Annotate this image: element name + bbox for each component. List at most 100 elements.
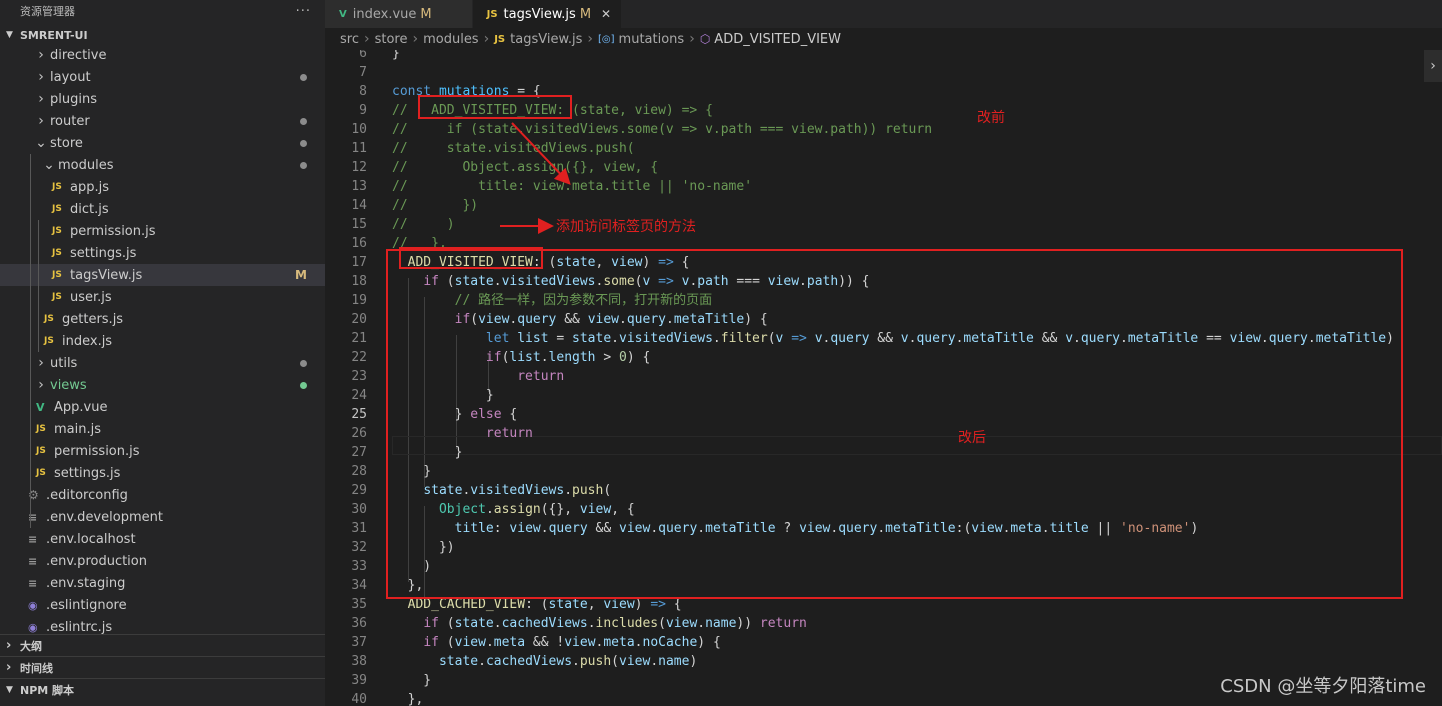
tree-folder[interactable]: › router bbox=[0, 110, 325, 132]
tree-file[interactable]: JS permission.js bbox=[0, 440, 325, 462]
tree-file[interactable]: JS getters.js bbox=[0, 308, 325, 330]
tree-item-label: permission.js bbox=[54, 443, 140, 459]
code-token: . bbox=[650, 654, 659, 669]
js-file-icon: JS bbox=[52, 182, 62, 192]
tree-file[interactable]: ≡ .env.localhost bbox=[0, 528, 325, 550]
code-token: ( bbox=[438, 635, 455, 650]
chevron-down-icon: ▼ bbox=[6, 684, 13, 695]
explorer-header: 资源管理器 ··· bbox=[0, 0, 325, 22]
code-token: : ( bbox=[525, 597, 549, 612]
annotation-after-label: 改后 bbox=[958, 430, 986, 446]
code-token: . bbox=[634, 635, 643, 650]
code-token: // ) bbox=[392, 217, 455, 232]
tree-item-label: utils bbox=[50, 355, 78, 371]
code-text: if (view.meta && !view.meta.noCache) { bbox=[392, 633, 720, 652]
more-actions-icon[interactable]: ··· bbox=[296, 4, 311, 19]
bottom-panels: › 大纲 › 时间线 ▼ NPM 脚本 bbox=[0, 634, 325, 700]
tree-item-label: store bbox=[50, 135, 83, 151]
tree-file[interactable]: ≡ .env.production bbox=[0, 550, 325, 572]
line-number: 10 bbox=[351, 122, 367, 137]
tree-file[interactable]: JS index.js bbox=[0, 330, 325, 352]
tree-folder[interactable]: ⌄ store bbox=[0, 132, 325, 154]
code-token: // state.visitedViews.push( bbox=[392, 141, 635, 156]
tree-file[interactable]: JS settings.js bbox=[0, 242, 325, 264]
code-text: } bbox=[392, 50, 400, 63]
code-token: view bbox=[454, 635, 486, 650]
tree-folder[interactable]: › layout bbox=[0, 66, 325, 88]
code-token: view bbox=[603, 597, 635, 612]
breadcrumb-item[interactable]: modules bbox=[423, 32, 479, 47]
tree-folder[interactable]: ⌄ modules bbox=[0, 154, 325, 176]
tree-folder[interactable]: › views bbox=[0, 374, 325, 396]
tree-file[interactable]: JS permission.js bbox=[0, 220, 325, 242]
tree-file[interactable]: ≡ .env.staging bbox=[0, 572, 325, 594]
line-number: 29 bbox=[351, 483, 367, 498]
tree-file[interactable]: JS settings.js bbox=[0, 462, 325, 484]
editor-tab[interactable]: Vindex.vue M bbox=[325, 0, 473, 28]
code-line: 38 state.cachedViews.push(view.name) bbox=[325, 652, 1442, 671]
editor-tabs: Vindex.vue M JS tagsView.js M ✕ bbox=[325, 0, 1442, 28]
code-token: includes bbox=[595, 616, 659, 631]
code-line: 36 if (state.cachedViews.includes(view.n… bbox=[325, 614, 1442, 633]
tree-folder[interactable]: › directive bbox=[0, 48, 325, 66]
modified-badge: M bbox=[295, 268, 307, 282]
panel-header[interactable]: › 大纲 bbox=[0, 634, 325, 656]
line-number: 40 bbox=[351, 692, 367, 706]
code-text: // state.visitedViews.push( bbox=[392, 139, 635, 158]
code-token: ADD_CACHED_VIEW bbox=[407, 597, 526, 612]
line-number: 32 bbox=[351, 540, 367, 555]
tree-file[interactable]: JS dict.js bbox=[0, 198, 325, 220]
tree-item-label: dict.js bbox=[70, 201, 109, 217]
breadcrumb-item[interactable]: ADD_VISITED_VIEW bbox=[714, 32, 841, 47]
code-text: if (state.cachedViews.includes(view.name… bbox=[392, 614, 807, 633]
code-line: 11 // state.visitedViews.push( bbox=[325, 139, 1442, 158]
tree-file[interactable]: V App.vue bbox=[0, 396, 325, 418]
line-number: 18 bbox=[351, 274, 367, 289]
tab-label: tagsView.js bbox=[503, 6, 576, 22]
tree-item-label: .editorconfig bbox=[46, 487, 128, 503]
code-token: , bbox=[587, 597, 604, 612]
tree-file[interactable]: JS main.js bbox=[0, 418, 325, 440]
tree-file[interactable]: ≡ .env.development bbox=[0, 506, 325, 528]
project-section[interactable]: ▼ SMRENT-UI bbox=[0, 22, 325, 48]
code-token: ) bbox=[634, 597, 651, 612]
code-token: cachedViews bbox=[501, 616, 588, 631]
line-number: 21 bbox=[351, 331, 367, 346]
breadcrumb-item[interactable]: store bbox=[375, 32, 408, 47]
close-icon[interactable]: ✕ bbox=[601, 7, 611, 21]
tree-file[interactable]: JS tagsView.js M bbox=[0, 264, 325, 286]
panel-header[interactable]: › 时间线 bbox=[0, 656, 325, 678]
panel-header[interactable]: ▼ NPM 脚本 bbox=[0, 678, 325, 700]
line-number: 33 bbox=[351, 559, 367, 574]
js-file-icon: JS bbox=[52, 248, 62, 258]
editor-tab[interactable]: JS tagsView.js M ✕ bbox=[472, 0, 623, 28]
code-token: meta bbox=[493, 635, 526, 650]
code-token: }, bbox=[392, 692, 424, 706]
status-dot bbox=[300, 360, 307, 367]
tree-file[interactable]: ◉ .eslintrc.js bbox=[0, 616, 325, 635]
chevron-down-icon: ⌄ bbox=[35, 135, 47, 151]
code-token: . bbox=[485, 635, 494, 650]
tree-file[interactable]: JS user.js bbox=[0, 286, 325, 308]
tree-file[interactable]: ◉ .eslintignore bbox=[0, 594, 325, 616]
tree-item-label: modules bbox=[58, 157, 114, 173]
code-text: // Object.assign({}, view, { bbox=[392, 158, 658, 177]
breadcrumb-item[interactable]: mutations bbox=[619, 32, 685, 47]
js-file-icon: JS bbox=[52, 270, 62, 280]
breadcrumb-item[interactable]: tagsView.js bbox=[510, 32, 582, 47]
tree-file[interactable]: JS app.js bbox=[0, 176, 325, 198]
code-token: && ! bbox=[525, 635, 565, 650]
tree-folder[interactable]: › plugins bbox=[0, 88, 325, 110]
tree-item-label: main.js bbox=[54, 421, 101, 437]
chevron-right-icon: › bbox=[38, 69, 44, 85]
chevron-right-icon[interactable]: › bbox=[1424, 50, 1442, 82]
line-number: 20 bbox=[351, 312, 367, 327]
chevron-right-icon: › bbox=[587, 31, 594, 47]
breadcrumb-item[interactable]: src bbox=[340, 32, 359, 47]
tree-item-label: directive bbox=[50, 48, 107, 63]
line-number: 36 bbox=[351, 616, 367, 631]
tree-file[interactable]: ⚙ .editorconfig bbox=[0, 484, 325, 506]
code-token: ( bbox=[611, 654, 619, 669]
tree-folder[interactable]: › utils bbox=[0, 352, 325, 374]
